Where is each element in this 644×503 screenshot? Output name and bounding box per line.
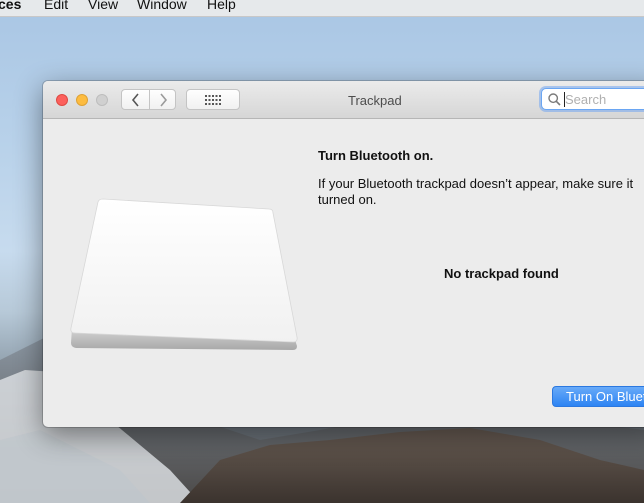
title-bar[interactable]: Trackpad Search <box>43 81 644 119</box>
trackpad-status: No trackpad found <box>444 266 559 281</box>
menu-edit[interactable]: Edit <box>44 0 68 11</box>
menu-help[interactable]: Help <box>207 0 236 11</box>
navigation-buttons <box>121 89 176 110</box>
menu-window[interactable]: Window <box>137 0 187 11</box>
menu-bar: ces Edit View Window Help <box>0 0 644 17</box>
search-icon <box>548 93 561 106</box>
forward-chevron-icon <box>159 92 167 107</box>
preferences-content: Turn Bluetooth on. If your Bluetooth tra… <box>43 119 644 427</box>
zoom-button[interactable] <box>96 94 108 106</box>
search-field[interactable]: Search <box>541 88 644 110</box>
minimize-button[interactable] <box>76 94 88 106</box>
close-button[interactable] <box>56 94 68 106</box>
message-line-1: If your Bluetooth trackpad doesn’t appea… <box>318 176 634 191</box>
show-all-button[interactable] <box>186 89 240 110</box>
menu-app-name[interactable]: ces <box>0 0 21 11</box>
forward-button[interactable] <box>149 90 176 109</box>
back-button[interactable] <box>122 90 150 109</box>
trackpad-preferences-window: Trackpad Search Turn Bluetooth on. If yo… <box>43 81 644 427</box>
grid-icon <box>205 94 221 105</box>
search-placeholder: Search <box>565 92 607 107</box>
trackpad-image <box>70 198 298 350</box>
turn-on-bluetooth-button[interactable]: Turn On Bluetooth <box>552 386 644 407</box>
message-line-2: turned on. <box>318 192 377 207</box>
bluetooth-heading: Turn Bluetooth on. <box>318 148 434 163</box>
bluetooth-message: If your Bluetooth trackpad doesn’t appea… <box>318 176 644 208</box>
window-title: Trackpad <box>348 93 402 108</box>
menu-view[interactable]: View <box>88 0 118 11</box>
back-chevron-icon <box>131 92 139 107</box>
